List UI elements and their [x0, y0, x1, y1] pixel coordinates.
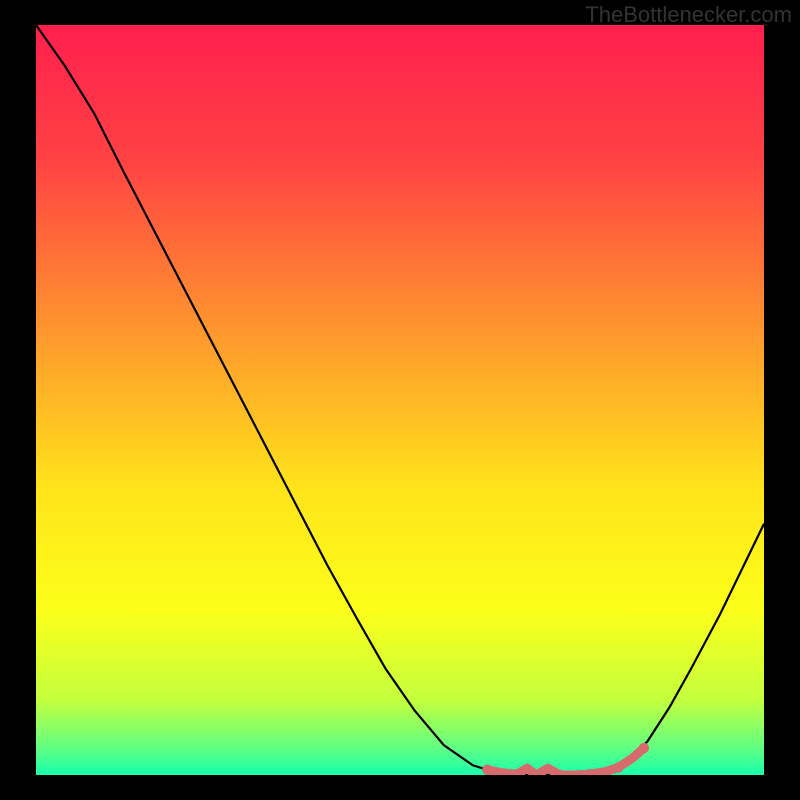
- chart-container: TheBottlenecker.com: [0, 0, 800, 800]
- plot-area: [36, 25, 764, 775]
- watermark-text: TheBottlenecker.com: [585, 2, 792, 28]
- chart-svg: [36, 25, 764, 775]
- gradient-background: [36, 25, 764, 775]
- marker-dot: [482, 765, 492, 775]
- marker-dot: [613, 762, 623, 772]
- marker-dot: [639, 743, 649, 753]
